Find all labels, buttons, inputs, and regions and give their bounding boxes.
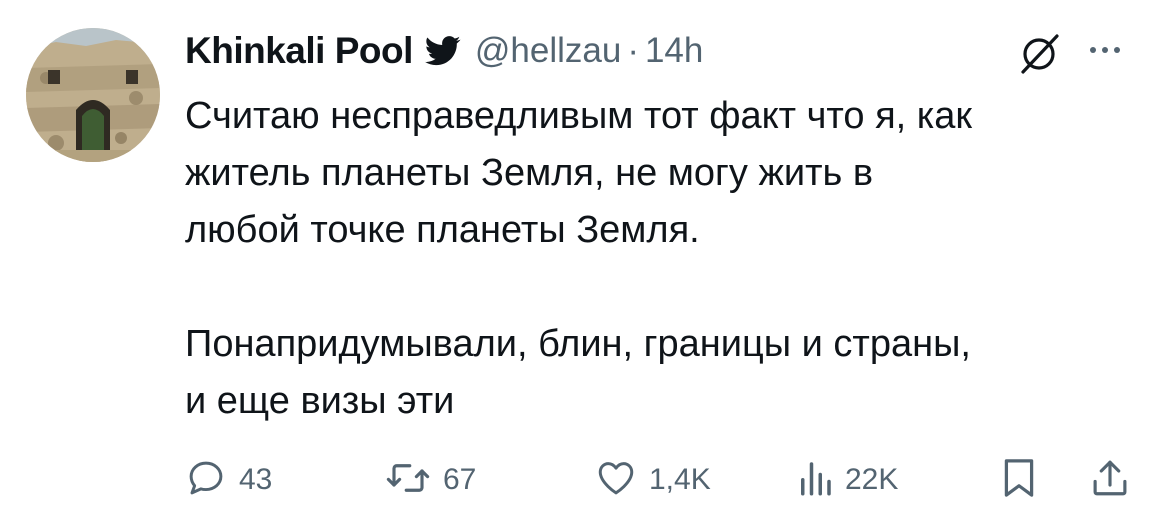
twitter-bird-icon [424, 36, 461, 66]
bookmark-icon [1001, 456, 1037, 505]
like-count: 1,4K [649, 463, 711, 496]
separator-dot: · [627, 31, 639, 70]
tweet-header: Khinkali Pool @hellzau · 14h [185, 26, 1140, 76]
author-display-name[interactable]: Khinkali Pool [185, 30, 413, 72]
views-count: 22K [845, 463, 899, 496]
stone-ruin-avatar [26, 28, 160, 162]
avatar[interactable] [26, 28, 160, 162]
retweet-count: 67 [443, 463, 477, 496]
bookmark-button[interactable] [1001, 455, 1037, 505]
tweet: Khinkali Pool @hellzau · 14h Считаю несп… [0, 0, 1170, 526]
more-options-icon[interactable] [1085, 30, 1125, 75]
reply-count: 43 [239, 463, 273, 496]
reply-button[interactable]: 43 [185, 455, 272, 505]
views-button[interactable]: 22K [797, 455, 898, 505]
tweet-text: Считаю несправедливым тот факт что я, ка… [185, 95, 973, 422]
heart-icon [595, 457, 637, 504]
share-button[interactable] [1089, 455, 1131, 505]
like-button[interactable]: 1,4K [595, 455, 711, 505]
analytics-icon [797, 457, 833, 504]
tweet-actions: 43 67 1,4K 22K [185, 455, 1145, 505]
tweet-timestamp[interactable]: 14h [645, 31, 703, 71]
grok-icon[interactable] [1015, 34, 1063, 79]
author-handle[interactable]: @hellzau [475, 31, 621, 71]
share-icon [1089, 456, 1131, 505]
retweet-button[interactable]: 67 [385, 455, 476, 505]
reply-icon [185, 457, 227, 504]
retweet-icon [385, 457, 431, 504]
